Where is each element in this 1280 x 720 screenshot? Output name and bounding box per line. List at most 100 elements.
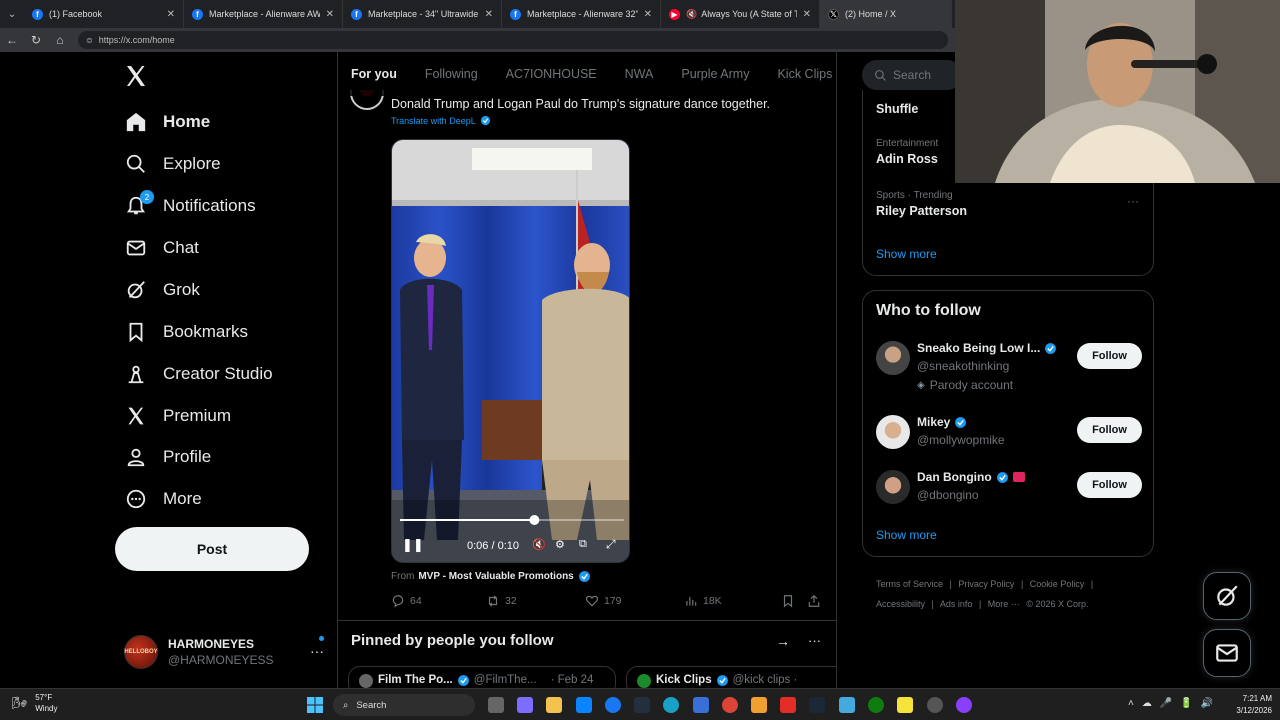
- trend-item[interactable]: Shuffle: [876, 102, 918, 116]
- tab-menu-chevron-icon[interactable]: ⌄: [0, 0, 24, 28]
- file-explorer-icon[interactable]: [546, 697, 562, 713]
- video-scrubber[interactable]: [529, 515, 540, 525]
- tab-kick-clips[interactable]: Kick Clips: [777, 67, 832, 81]
- who-to-follow-show-more-link[interactable]: Show more: [876, 528, 937, 542]
- x-logo-icon[interactable]: [124, 64, 148, 88]
- close-tab-icon[interactable]: ✕: [326, 9, 334, 20]
- app-icon[interactable]: [751, 697, 767, 713]
- calculator-icon[interactable]: [693, 697, 709, 713]
- taskbar-search[interactable]: ⌕ Search: [333, 694, 475, 716]
- tab-ac7ionhouse[interactable]: AC7IONHOUSE: [506, 67, 597, 81]
- edge-icon[interactable]: [663, 697, 679, 713]
- footer-link-ads-info[interactable]: Ads info: [940, 599, 973, 609]
- settings-gear-icon[interactable]: ⚙: [555, 538, 565, 551]
- follow-suggestion[interactable]: Mikey @mollywopmike Follow: [876, 415, 1142, 455]
- more-dots-icon[interactable]: ···: [808, 633, 821, 648]
- nav-item-explore[interactable]: Explore: [124, 146, 221, 182]
- tab-following[interactable]: Following: [425, 67, 478, 81]
- app-icon[interactable]: [956, 697, 972, 713]
- tab-nwa[interactable]: NWA: [625, 67, 654, 81]
- home-icon[interactable]: ⌂: [48, 33, 72, 47]
- messages-fab-button[interactable]: [1203, 629, 1251, 677]
- account-switcher[interactable]: HELLOBOY HARMONEYES @HARMONEYESS ···: [124, 630, 334, 674]
- video-player[interactable]: ❚❚ 0:06 / 0:10 🔇 ⚙ ⧉ ⤢: [391, 139, 630, 563]
- nav-item-chat[interactable]: Chat: [124, 230, 199, 266]
- browser-tab[interactable]: f (1) Facebook ✕: [24, 0, 184, 28]
- trend-item[interactable]: Entertainment Adin Ross: [876, 138, 938, 166]
- store-icon[interactable]: [576, 697, 592, 713]
- picture-in-picture-icon[interactable]: ⧉: [579, 538, 587, 551]
- source-account-link[interactable]: MVP - Most Valuable Promotions: [418, 571, 573, 582]
- repost-button[interactable]: 32: [486, 594, 517, 608]
- pinned-card[interactable]: Kick Clips @kick clips ·: [626, 666, 836, 688]
- close-tab-icon[interactable]: ✕: [485, 9, 493, 20]
- follow-suggestion[interactable]: Dan Bongino @dbongino Follow: [876, 470, 1142, 510]
- nav-item-notifications[interactable]: 2 Notifications: [124, 188, 256, 224]
- translate-link[interactable]: Translate with DeepL: [391, 115, 491, 126]
- reload-icon[interactable]: ↻: [24, 33, 48, 47]
- footer-link-terms[interactable]: Terms of Service: [876, 579, 943, 589]
- facebook-app-icon[interactable]: [605, 697, 621, 713]
- close-tab-icon[interactable]: ✕: [803, 9, 811, 20]
- footer-link-cookies[interactable]: Cookie Policy: [1030, 579, 1085, 589]
- app-icon[interactable]: [839, 697, 855, 713]
- pinned-card[interactable]: Film The Po... @FilmThe... · Feb 24: [348, 666, 616, 688]
- follow-button[interactable]: Follow: [1077, 343, 1142, 369]
- follow-button[interactable]: Follow: [1077, 472, 1142, 498]
- browser-tab-active[interactable]: 𝕏 (2) Home / X: [820, 0, 952, 28]
- youtube-icon[interactable]: [780, 697, 796, 713]
- nav-item-bookmarks[interactable]: Bookmarks: [124, 314, 248, 350]
- trend-item[interactable]: Sports · Trending Riley Patterson: [876, 190, 967, 218]
- tab-purple-army[interactable]: Purple Army: [681, 67, 749, 81]
- grok-fab-button[interactable]: [1203, 572, 1251, 620]
- close-tab-icon[interactable]: ✕: [644, 9, 652, 20]
- windows-start-icon[interactable]: [307, 697, 323, 713]
- muted-speaker-icon[interactable]: 🔇: [686, 9, 697, 20]
- nav-item-more[interactable]: More: [124, 481, 202, 517]
- clock[interactable]: 7:21 AM 3/12/2026: [1236, 693, 1272, 717]
- follow-suggestion[interactable]: Sneako Being Low I... @sneakothinking ◈ …: [876, 341, 1142, 392]
- like-button[interactable]: 179: [585, 594, 622, 608]
- url-field[interactable]: ⊜ https://x.com/home: [78, 31, 948, 49]
- footer-link-more[interactable]: More ···: [988, 599, 1020, 609]
- nav-item-home[interactable]: Home: [124, 104, 210, 140]
- task-view-icon[interactable]: [488, 697, 504, 713]
- trends-show-more-link[interactable]: Show more: [876, 247, 937, 261]
- follow-button[interactable]: Follow: [1077, 417, 1142, 443]
- close-tab-icon[interactable]: ✕: [167, 9, 175, 20]
- views-button[interactable]: 18K: [684, 594, 722, 608]
- system-tray-icons[interactable]: ˄☁🎤🔋🔊: [1128, 698, 1221, 709]
- more-dots-icon[interactable]: ···: [1127, 194, 1139, 208]
- footer-link-privacy[interactable]: Privacy Policy: [958, 579, 1014, 589]
- amazon-icon[interactable]: [634, 697, 650, 713]
- browser-tab[interactable]: f Marketplace - Alienware AW3423D ✕: [184, 0, 343, 28]
- notes-icon[interactable]: [897, 697, 913, 713]
- bookmark-button[interactable]: [781, 594, 795, 608]
- share-button[interactable]: [807, 594, 821, 608]
- nav-item-profile[interactable]: Profile: [124, 439, 211, 475]
- tab-for-you[interactable]: For you: [351, 67, 397, 81]
- nav-item-creator-studio[interactable]: Creator Studio: [124, 356, 273, 392]
- steam-icon[interactable]: [809, 697, 825, 713]
- copilot-icon[interactable]: [517, 697, 533, 713]
- search-input[interactable]: Search: [862, 60, 962, 90]
- more-dots-icon[interactable]: ···: [310, 643, 324, 659]
- browser-tab[interactable]: f Marketplace - Alienware 32" 180H ✕: [502, 0, 661, 28]
- xbox-icon[interactable]: [868, 697, 884, 713]
- weather-widget[interactable]: 🌬 57°F Windy: [12, 692, 57, 714]
- browser-tab[interactable]: ▶ 🔇 Always You (A State of Trance ✕: [661, 0, 820, 28]
- mute-icon[interactable]: 🔇: [532, 538, 546, 551]
- obs-icon[interactable]: [927, 697, 943, 713]
- nav-item-premium[interactable]: Premium: [124, 398, 231, 434]
- pause-icon[interactable]: ❚❚: [402, 537, 424, 553]
- browser-tab[interactable]: f Marketplace - 34" Ultrawide Gami ✕: [343, 0, 502, 28]
- post-button[interactable]: Post: [115, 527, 309, 571]
- back-icon[interactable]: ←: [0, 33, 24, 47]
- site-info-icon[interactable]: ⊜: [86, 36, 93, 45]
- reply-button[interactable]: 64: [391, 594, 422, 608]
- footer-link-accessibility[interactable]: Accessibility: [876, 599, 925, 609]
- chrome-icon[interactable]: [722, 697, 738, 713]
- fullscreen-icon[interactable]: ⤢: [606, 537, 616, 552]
- nav-item-grok[interactable]: Grok: [124, 272, 200, 308]
- arrow-right-icon[interactable]: →: [776, 633, 790, 649]
